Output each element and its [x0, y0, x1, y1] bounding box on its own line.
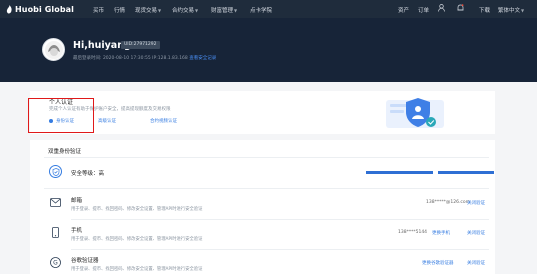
security-level-bar-1	[366, 171, 433, 174]
chevron-down-icon: ▼	[521, 8, 525, 13]
advanced-verify-link[interactable]: 高级认证	[98, 118, 116, 124]
change-google-auth-button[interactable]: 更换谷歌验证器	[422, 260, 454, 266]
mail-icon	[49, 196, 62, 209]
divider	[71, 249, 489, 250]
google-row-title: 谷歌验证器	[71, 258, 99, 264]
nav-item-contract[interactable]: 合约交易▼	[172, 6, 198, 14]
security-level-label: 安全等级：	[71, 171, 99, 177]
highlight-box	[28, 98, 94, 133]
nav-item-spot[interactable]: 现货交易▼	[135, 6, 161, 14]
chevron-down-icon: ▼	[195, 8, 199, 13]
nav-download[interactable]: 下载	[479, 6, 490, 14]
security-level-bar-2	[438, 171, 494, 174]
nav-item-spot-label: 现货交易	[135, 8, 158, 14]
user-icon[interactable]	[438, 4, 445, 14]
svg-text:G: G	[53, 260, 58, 267]
chevron-down-icon: ▼	[234, 8, 238, 13]
security-record-link[interactable]: 查看安全记录	[189, 56, 216, 61]
uid-badge: UID:27971292	[121, 41, 160, 49]
nav-item-wealth[interactable]: 财富管理▼	[211, 6, 237, 14]
phone-value: 138****5144	[398, 230, 428, 235]
email-value: 138*****@126.com	[426, 200, 470, 205]
phone-disable-button[interactable]: 关闭验证	[467, 230, 485, 236]
divider	[44, 157, 489, 158]
brand-logo[interactable]: Huobi Global	[6, 4, 74, 14]
nav-orders[interactable]: 订单	[418, 6, 429, 14]
google-row-desc: 用于登录、提币、找回密码、修改安全设置、管理API时进行安全验证	[71, 267, 203, 272]
brand-name: Huobi Global	[15, 4, 75, 14]
avatar[interactable]	[42, 38, 65, 61]
nav-language[interactable]: 繁体中文▼	[498, 6, 524, 14]
phone-row-desc: 用于登录、提币、找回密码、修改安全设置、管理API时进行安全验证	[71, 237, 203, 242]
huobi-flame-icon	[6, 4, 12, 14]
security-level: 安全等级：高	[71, 169, 104, 177]
email-row-desc: 用于登录、提币、找回密码、修改安全设置、管理API时进行安全验证	[71, 207, 203, 212]
divider	[71, 219, 489, 220]
nav-language-label: 繁体中文	[498, 8, 521, 14]
nav-item-wealth-label: 财富管理	[211, 8, 234, 14]
video-verify-link[interactable]: 合约视频认证	[150, 118, 177, 124]
chevron-down-icon: ▼	[158, 8, 162, 13]
avatar-illustration-icon	[44, 40, 63, 59]
google-disable-button[interactable]: 关闭验证	[467, 260, 485, 266]
nav-item-buy[interactable]: 买币	[93, 6, 104, 14]
shield-check-icon	[49, 165, 62, 178]
phone-row-title: 手机	[71, 228, 83, 234]
bell-icon[interactable]	[457, 4, 464, 14]
nav-item-market[interactable]: 行情	[114, 6, 125, 14]
email-disable-button[interactable]: 关闭验证	[467, 200, 485, 206]
nav-item-academy[interactable]: 点卡学院	[250, 6, 272, 14]
email-row-title: 邮箱	[71, 198, 83, 204]
nav-item-contract-label: 合约交易	[172, 8, 195, 14]
divider	[44, 188, 489, 189]
change-phone-button[interactable]: 更换手机	[432, 230, 450, 236]
phone-icon	[49, 226, 62, 239]
shield-illustration-icon	[386, 98, 444, 128]
top-nav: Huobi Global 买币 行情 现货交易▼ 合约交易▼ 财富管理▼ 点卡学…	[0, 0, 537, 18]
security-title: 双重身份验证	[48, 149, 82, 155]
last-login-info: 最后登录时间: 2020-08-10 17:30:55 IP:128.1.83.…	[73, 55, 216, 61]
security-level-value: 高	[98, 171, 105, 177]
last-login-text: 最后登录时间: 2020-08-10 17:30:55 IP:128.1.83.…	[73, 56, 188, 61]
nav-assets[interactable]: 资产	[398, 6, 409, 14]
google-authenticator-icon: G	[49, 256, 62, 269]
